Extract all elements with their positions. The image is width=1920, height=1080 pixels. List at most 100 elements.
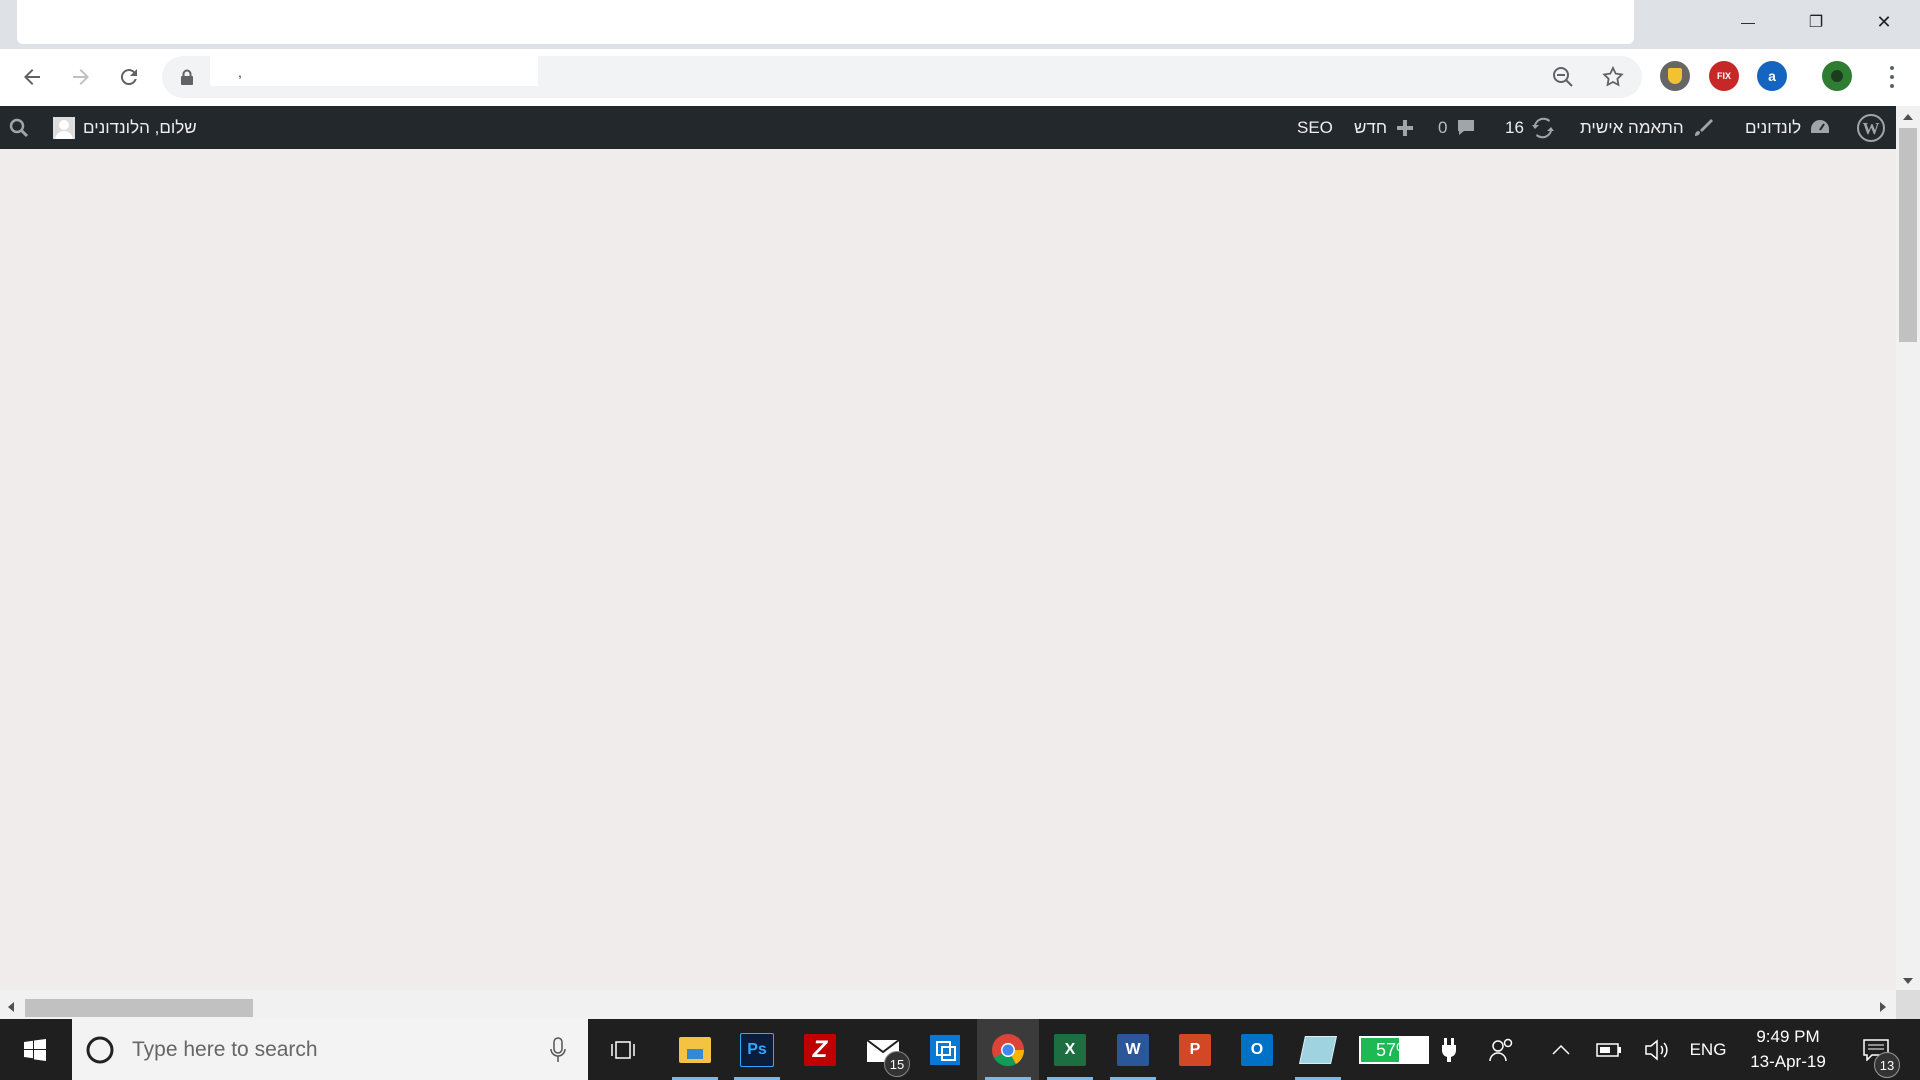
clock-time: 9:49 PM xyxy=(1756,1026,1820,1046)
brush-icon xyxy=(1694,118,1713,136)
plus-icon xyxy=(1397,119,1414,136)
chevron-up-icon xyxy=(1552,1044,1570,1055)
extension-shield-icon[interactable] xyxy=(1660,61,1690,91)
back-arrow-icon xyxy=(24,69,40,85)
wp-admin-bar: W לונדונים התאמה אישית 16 0 חדש SEO שלום… xyxy=(0,106,1896,149)
battery-percent-box: 57% xyxy=(1359,1035,1429,1064)
task-view-button[interactable] xyxy=(593,1019,655,1080)
comment-bubble-icon xyxy=(1458,119,1475,135)
taskbar-powerpoint[interactable]: P xyxy=(1164,1019,1226,1080)
outlook-icon: O xyxy=(1241,1033,1273,1066)
forward-arrow-icon xyxy=(73,69,89,85)
extension-red-icon[interactable]: FIX xyxy=(1709,61,1739,91)
browser-tab-strip[interactable] xyxy=(17,0,1634,44)
search-icon xyxy=(9,118,29,137)
lock-icon xyxy=(181,69,193,85)
vertical-scroll-thumb[interactable] xyxy=(1899,128,1917,342)
clock-button[interactable]: 9:49 PM 13-Apr-19 xyxy=(1738,1019,1838,1080)
comments-link[interactable]: 0 xyxy=(1438,106,1477,149)
input-language-button[interactable]: ENG xyxy=(1684,1019,1732,1080)
search-placeholder: Type here to search xyxy=(132,1037,318,1061)
minimize-button[interactable]: — xyxy=(1714,0,1782,44)
avatar xyxy=(53,116,75,139)
taskbar-outlook[interactable]: O xyxy=(1226,1019,1288,1080)
scroll-left-arrow-icon[interactable] xyxy=(6,1001,16,1013)
customize-label: התאמה אישית xyxy=(1580,117,1684,137)
battery-meter[interactable]: 57% xyxy=(1356,1019,1432,1080)
taskbar-search-box[interactable]: Type here to search xyxy=(72,1019,588,1080)
zoom-out-icon[interactable] xyxy=(1552,66,1574,88)
chrome-icon xyxy=(992,1033,1025,1066)
taskbar-word[interactable]: W xyxy=(1102,1019,1164,1080)
site-name-menu[interactable]: לונדונים xyxy=(1745,106,1831,149)
windows-taskbar: Type here to search Ps Z 15 X W P O 57% … xyxy=(0,1019,1920,1080)
dashboard-icon xyxy=(1811,119,1830,133)
task-view-icon xyxy=(611,1040,635,1059)
profile-avatar-icon[interactable] xyxy=(1822,61,1852,91)
notifications-badge: 13 xyxy=(1874,1052,1900,1078)
reload-button[interactable] xyxy=(111,59,147,95)
svg-text:W: W xyxy=(1863,119,1880,138)
taskbar-photoshop[interactable]: Ps xyxy=(726,1019,788,1080)
extension-a-icon[interactable]: a xyxy=(1757,61,1787,91)
greeting-label: שלום, הלונדונים xyxy=(83,117,197,137)
power-plug-icon xyxy=(1435,1019,1463,1080)
battery-status-button[interactable] xyxy=(1594,1019,1624,1080)
address-bar[interactable]: , xyxy=(162,56,1642,98)
browser-title-bar: — ❐ ✕ xyxy=(0,0,1920,49)
restore-icon: ❐ xyxy=(1808,14,1824,31)
updates-count: 16 xyxy=(1505,117,1524,137)
browser-toolbar: , FIX a xyxy=(0,49,1920,107)
close-window-button[interactable]: ✕ xyxy=(1850,0,1918,44)
forward-button[interactable] xyxy=(63,59,99,95)
minimize-icon: — xyxy=(1741,14,1755,30)
bookmark-star-icon[interactable] xyxy=(1601,65,1625,89)
page-content-area xyxy=(0,149,1896,990)
clock-date: 13-Apr-19 xyxy=(1750,1051,1826,1071)
taskbar-mail[interactable]: 15 xyxy=(852,1019,914,1080)
battery-icon xyxy=(1596,1042,1621,1057)
photoshop-icon: Ps xyxy=(740,1032,774,1067)
action-center-button[interactable]: 13 xyxy=(1852,1019,1900,1080)
admin-search-button[interactable] xyxy=(8,106,30,149)
taskbar-store-app[interactable] xyxy=(914,1019,976,1080)
seo-label: SEO xyxy=(1297,117,1333,137)
scroll-right-arrow-icon[interactable] xyxy=(1878,1001,1888,1013)
horizontal-scrollbar[interactable] xyxy=(0,990,1896,1019)
start-button[interactable] xyxy=(4,1019,66,1080)
microphone-icon[interactable] xyxy=(550,1037,566,1063)
comments-count: 0 xyxy=(1438,117,1448,137)
my-account-menu[interactable]: שלום, הלונדונים xyxy=(53,106,197,149)
volume-button[interactable] xyxy=(1642,1019,1672,1080)
wp-logo-button[interactable]: W xyxy=(1856,106,1886,149)
scroll-down-arrow-icon[interactable] xyxy=(1902,976,1914,986)
taskbar-excel[interactable]: X xyxy=(1039,1019,1101,1080)
site-name-label: לונדונים xyxy=(1745,117,1802,137)
mail-badge: 15 xyxy=(884,1051,910,1077)
horizontal-scroll-thumb[interactable] xyxy=(25,999,253,1017)
updates-refresh-icon xyxy=(1531,117,1554,138)
menu-kebab-icon[interactable] xyxy=(1880,63,1904,91)
updates-link[interactable]: 16 xyxy=(1505,106,1554,149)
new-content-menu[interactable]: חדש xyxy=(1354,106,1415,149)
people-button[interactable] xyxy=(1484,1019,1520,1080)
show-hidden-icons-button[interactable] xyxy=(1548,1019,1574,1080)
scroll-up-arrow-icon[interactable] xyxy=(1902,112,1914,122)
excel-icon: X xyxy=(1054,1033,1086,1066)
wordpress-logo-icon: W xyxy=(1857,113,1885,142)
notes-app-icon xyxy=(1299,1035,1337,1064)
taskbar-file-explorer[interactable] xyxy=(664,1019,726,1080)
store-icon xyxy=(930,1034,960,1065)
windows-logo-icon xyxy=(24,1038,46,1061)
customize-link[interactable]: התאמה אישית xyxy=(1580,106,1714,149)
taskbar-chrome[interactable] xyxy=(977,1019,1039,1080)
back-button[interactable] xyxy=(14,59,50,95)
reload-icon xyxy=(120,69,137,86)
restore-button[interactable]: ❐ xyxy=(1782,0,1850,44)
taskbar-filezilla[interactable]: Z xyxy=(789,1019,851,1080)
powerpoint-icon: P xyxy=(1179,1033,1211,1066)
taskbar-sticky-app[interactable] xyxy=(1287,1019,1349,1080)
seo-menu[interactable]: SEO xyxy=(1297,106,1333,149)
scrollbar-corner xyxy=(1896,990,1920,1019)
cortana-icon xyxy=(86,1036,114,1063)
